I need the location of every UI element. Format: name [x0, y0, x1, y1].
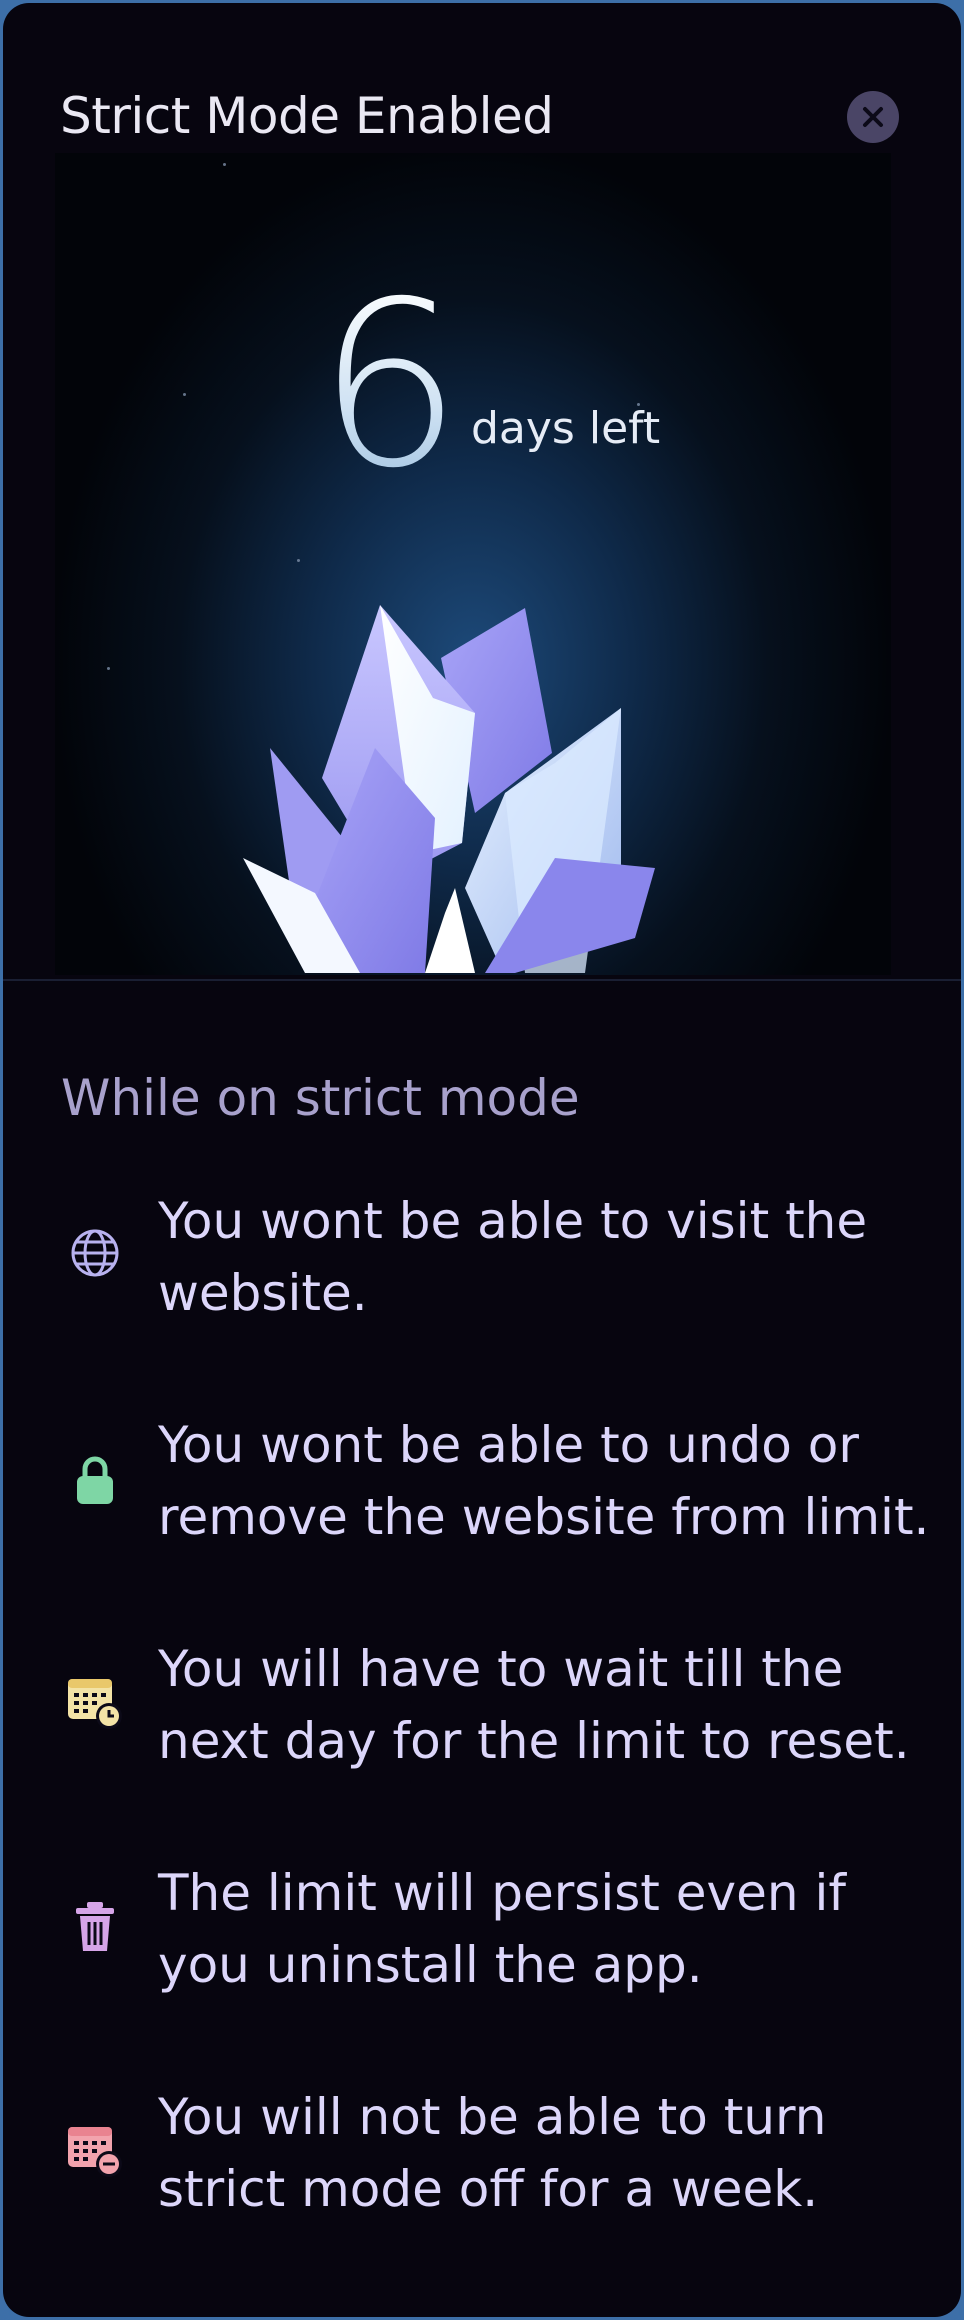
countdown-hero: 6 days left — [55, 153, 891, 975]
restriction-item-undo: You wont be able to undo or remove the w… — [65, 1409, 929, 1559]
calendar-clock-icon — [68, 1679, 122, 1729]
close-icon — [863, 107, 883, 127]
restriction-item-uninstall: The limit will persist even if you unins… — [65, 1857, 915, 2007]
restrictions-heading: While on strict mode — [61, 1069, 580, 1127]
close-button[interactable] — [847, 91, 899, 143]
lock-icon — [77, 1456, 113, 1504]
restriction-item-turn-off: You will not be able to turn strict mode… — [65, 2081, 915, 2231]
calendar-minus-icon — [68, 2127, 122, 2177]
restriction-item-reset: You will have to wait till the next day … — [65, 1633, 915, 1783]
restriction-text: You will not be able to turn strict mode… — [158, 2088, 827, 2218]
section-divider — [3, 979, 961, 981]
globe-icon — [71, 1229, 119, 1277]
strict-mode-modal: Strict Mode Enabled 6 days left While on… — [3, 3, 961, 2317]
crystal-illustration — [243, 605, 655, 973]
restriction-text: You wont be able to visit the website. — [158, 1192, 868, 1322]
restriction-item-visit: You wont be able to visit the website. — [65, 1185, 915, 1335]
restriction-text: You will have to wait till the next day … — [158, 1640, 910, 1770]
restriction-text: The limit will persist even if you unins… — [158, 1864, 846, 1994]
restriction-text: You wont be able to undo or remove the w… — [158, 1416, 930, 1546]
trash-icon — [76, 1902, 114, 1951]
modal-title: Strict Mode Enabled — [60, 87, 554, 145]
